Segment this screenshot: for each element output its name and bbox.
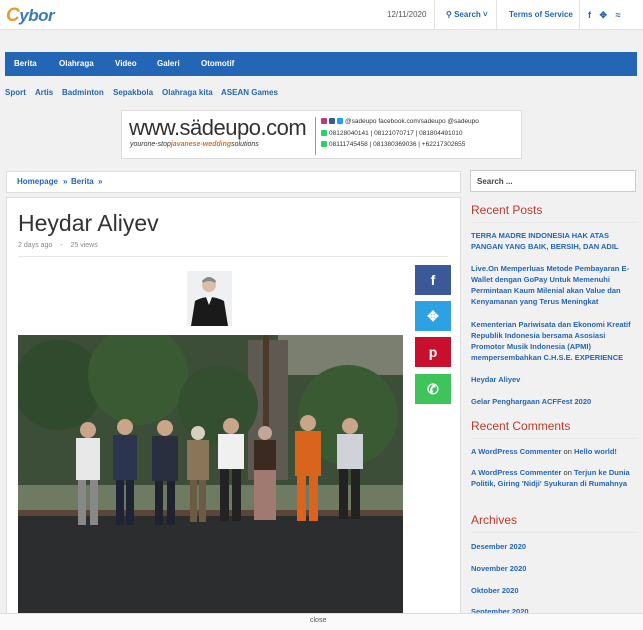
post-meta: 2 days ago - 25 views — [18, 242, 98, 249]
search-label: Search — [454, 10, 481, 19]
divider — [471, 532, 636, 533]
recent-post-link[interactable]: Kementerian Pariwisata dan Ekonomi Kreat… — [471, 319, 637, 363]
terms-of-service-link[interactable]: Terms of Service — [509, 0, 580, 30]
post-divider — [18, 256, 448, 257]
facebook-icon[interactable]: f — [588, 10, 591, 20]
recent-post-link[interactable]: Gelar Penghargaan ACFFest 2020 — [471, 396, 637, 407]
banner-phone-line-2: 08111745458 | 081380369036 | +6221730265… — [321, 141, 465, 148]
breadcrumb-separator: » — [98, 177, 103, 186]
breadcrumb-separator: » — [63, 177, 68, 186]
recent-posts-heading: Recent Posts — [471, 203, 543, 217]
twitter-icon: ✥ — [427, 308, 439, 324]
archive-link[interactable]: Oktober 2020 — [471, 585, 637, 596]
share-facebook-button[interactable]: f — [415, 265, 451, 295]
instagram-icon — [321, 118, 327, 124]
facebook-icon: f — [430, 272, 436, 288]
subnav-item-sport[interactable]: Sport — [5, 88, 26, 97]
nav-item-otomotif[interactable]: Otomotif — [201, 52, 234, 76]
portrait-image — [187, 271, 232, 326]
pinterest-icon: p — [428, 344, 438, 360]
breadcrumb-section[interactable]: Berita — [71, 172, 94, 192]
current-date: 12/11/2020 — [387, 0, 436, 30]
whatsapp-icon: ✆ — [427, 381, 439, 397]
subnav-item-sepakbola[interactable]: Sepakbola — [113, 88, 153, 97]
share-pinterest-button[interactable]: p — [415, 337, 451, 367]
post-time: 2 days ago — [18, 242, 53, 249]
chevron-down-icon: ˅ — [483, 10, 488, 19]
nav-item-olahraga[interactable]: Olahraga — [59, 52, 94, 76]
search-toggle[interactable]: ⚲ Search ˅ — [446, 0, 497, 30]
subnav-item-olahraga-kita[interactable]: Olahraga kita — [162, 88, 213, 97]
share-twitter-button[interactable]: ✥ — [415, 301, 451, 331]
search-icon: ⚲ — [446, 10, 452, 19]
breadcrumb: Homepage » Berita » — [6, 171, 461, 193]
archives-heading: Archives — [471, 513, 518, 527]
recent-comments-heading: Recent Comments — [471, 419, 571, 433]
banner-divider — [315, 117, 316, 155]
comment-item: A WordPress Commenter on Hello world! — [471, 447, 617, 456]
recent-post-link[interactable]: Live.On Memperluas Metode Pembayaran E-W… — [471, 263, 637, 307]
banner-url: www.sädeupo.com — [129, 115, 307, 140]
banner-ad[interactable]: www.sädeupo.com yourone-stopjavanese-wed… — [121, 110, 522, 159]
subnav-item-asean-games[interactable]: ASEAN Games — [221, 88, 278, 97]
nav-item-galeri[interactable]: Galeri — [157, 52, 180, 76]
whatsapp-icon — [321, 130, 327, 136]
facebook-icon — [329, 118, 335, 124]
post-views: 25 views — [70, 242, 98, 249]
share-whatsapp-button[interactable]: ✆ — [415, 374, 451, 404]
comment-item: A WordPress Commenter on Terjun ke Dunia… — [471, 468, 630, 488]
banner-social-line: @sadeupo facebook.com/sadeupo @sadeupo — [321, 118, 479, 125]
recent-post-link[interactable]: TERRA MADRE INDONESIA HAK ATAS PANGAN YA… — [471, 230, 637, 252]
whatsapp-icon — [321, 141, 327, 147]
recent-post-link[interactable]: Heydar Aliyev — [471, 374, 637, 385]
subnav-item-badminton[interactable]: Badminton — [62, 88, 104, 97]
post-title: Heydar Aliyev — [18, 210, 159, 236]
comment-author[interactable]: A WordPress Commenter — [471, 447, 561, 456]
subnav-item-artis[interactable]: Artis — [35, 88, 53, 97]
archive-link[interactable]: November 2020 — [471, 563, 637, 574]
sticky-ad-bar: close — [0, 613, 643, 630]
post-article: Heydar Aliyev 2 days ago - 25 views f ✥ … — [6, 197, 461, 622]
divider — [471, 438, 636, 439]
nav-item-video[interactable]: Video — [115, 52, 137, 76]
comment-post-link[interactable]: Hello world! — [574, 447, 617, 456]
social-links: f ✥ ≈ — [588, 0, 627, 30]
twitter-icon[interactable]: ✥ — [600, 10, 608, 20]
nav-item-berita[interactable]: Berita — [14, 52, 37, 76]
divider — [471, 222, 636, 223]
main-nav: Berita Olahraga Video Galeri Otomotif — [5, 52, 637, 76]
twitter-icon — [337, 118, 343, 124]
post-photo — [18, 335, 403, 620]
banner-phone-line-1: 08128040141 | 08121070717 | 081804491010 — [321, 130, 463, 137]
close-button[interactable]: close — [310, 617, 326, 624]
site-logo[interactable]: Cybor — [6, 5, 55, 27]
banner-tagline: yourone-stopjavanese-weddingsolutions — [130, 141, 259, 148]
top-bar: Cybor 12/11/2020 ⚲ Search ˅ Terms of Ser… — [0, 0, 643, 30]
rss-icon[interactable]: ≈ — [616, 10, 621, 20]
comment-author[interactable]: A WordPress Commenter — [471, 468, 561, 477]
archive-link[interactable]: Desember 2020 — [471, 541, 637, 552]
breadcrumb-home[interactable]: Homepage — [17, 172, 58, 192]
sidebar-search-input[interactable]: Search ... — [470, 170, 636, 192]
